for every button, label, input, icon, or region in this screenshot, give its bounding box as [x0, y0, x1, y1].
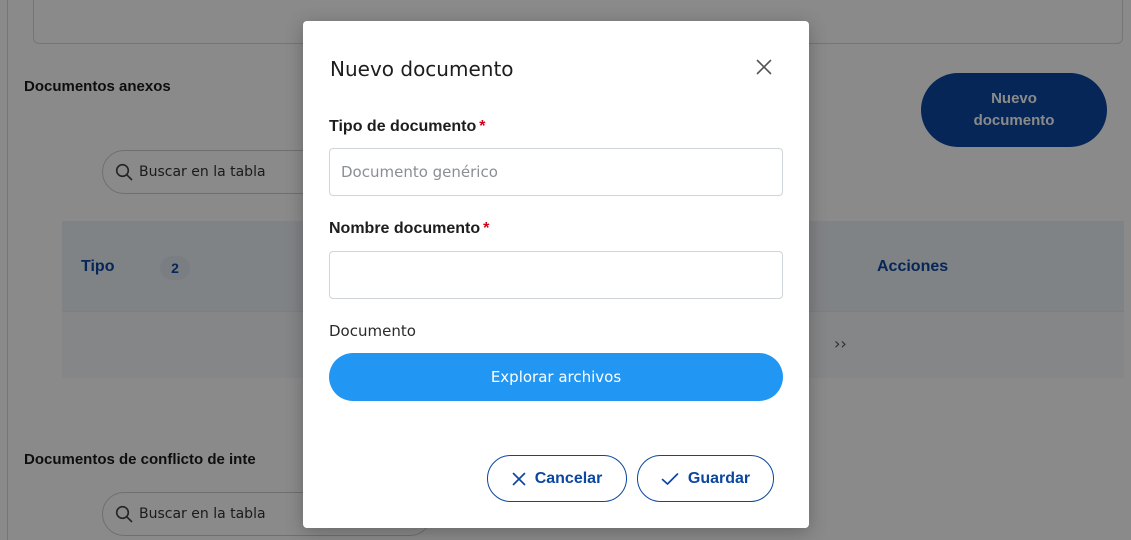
document-name-label-text: Nombre documento	[329, 220, 481, 237]
document-name-input[interactable]	[329, 251, 783, 299]
save-label: Guardar	[687, 469, 751, 487]
required-marker: *	[479, 118, 486, 135]
document-type-label: Tipo de documento *	[329, 118, 486, 136]
browse-files-button[interactable]: Explorar archivos	[329, 353, 783, 401]
close-icon	[756, 59, 772, 75]
save-button[interactable]: Guardar	[637, 455, 774, 502]
close-icon	[512, 472, 526, 485]
required-marker: *	[483, 220, 490, 237]
dialog-title: Nuevo documento	[330, 57, 514, 81]
cancel-label: Cancelar	[534, 469, 603, 487]
close-button[interactable]	[751, 54, 777, 80]
document-name-label: Nombre documento *	[329, 220, 489, 238]
new-document-dialog: Nuevo documento Tipo de documento* Nombr…	[303, 21, 809, 528]
cancel-button[interactable]: Cancelar	[487, 455, 627, 502]
browse-files-label: Explorar archivos	[490, 368, 622, 386]
document-file-label: Documento	[329, 322, 416, 340]
document-type-input[interactable]	[329, 148, 783, 196]
check-icon	[661, 472, 679, 485]
document-type-label-text: Tipo de documento	[329, 118, 477, 135]
